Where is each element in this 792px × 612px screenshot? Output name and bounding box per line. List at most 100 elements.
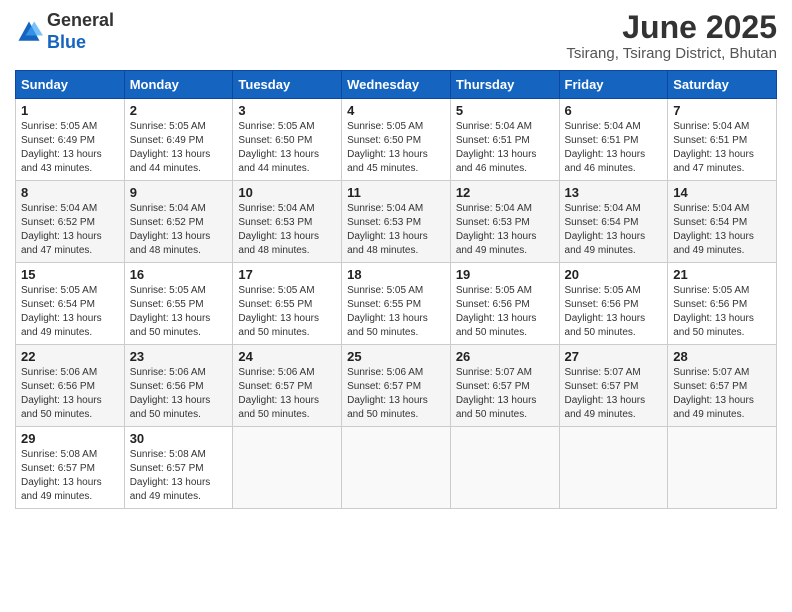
day-number: 21 <box>673 267 771 282</box>
calendar-day-cell: 25 Sunrise: 5:06 AMSunset: 6:57 PMDaylig… <box>342 345 451 427</box>
calendar-day-cell: 7 Sunrise: 5:04 AMSunset: 6:51 PMDayligh… <box>668 99 777 181</box>
location-title: Tsirang, Tsirang District, Bhutan <box>566 45 777 62</box>
calendar-day-cell <box>233 427 342 509</box>
day-number: 5 <box>456 103 554 118</box>
calendar-day-cell: 3 Sunrise: 5:05 AMSunset: 6:50 PMDayligh… <box>233 99 342 181</box>
calendar-day-cell <box>342 427 451 509</box>
title-area: June 2025 Tsirang, Tsirang District, Bhu… <box>566 10 777 62</box>
day-detail: Sunrise: 5:06 AMSunset: 6:57 PMDaylight:… <box>347 366 445 422</box>
day-number: 30 <box>130 431 228 446</box>
weekday-header: Monday <box>124 71 233 99</box>
calendar-day-cell: 2 Sunrise: 5:05 AMSunset: 6:49 PMDayligh… <box>124 99 233 181</box>
day-detail: Sunrise: 5:05 AMSunset: 6:49 PMDaylight:… <box>21 120 119 176</box>
day-number: 25 <box>347 349 445 364</box>
day-number: 24 <box>238 349 336 364</box>
calendar-day-cell: 22 Sunrise: 5:06 AMSunset: 6:56 PMDaylig… <box>16 345 125 427</box>
day-detail: Sunrise: 5:06 AMSunset: 6:56 PMDaylight:… <box>130 366 228 422</box>
calendar-week-row: 8 Sunrise: 5:04 AMSunset: 6:52 PMDayligh… <box>16 181 777 263</box>
day-number: 16 <box>130 267 228 282</box>
calendar-week-row: 22 Sunrise: 5:06 AMSunset: 6:56 PMDaylig… <box>16 345 777 427</box>
calendar-day-cell: 30 Sunrise: 5:08 AMSunset: 6:57 PMDaylig… <box>124 427 233 509</box>
day-number: 7 <box>673 103 771 118</box>
calendar-day-cell: 15 Sunrise: 5:05 AMSunset: 6:54 PMDaylig… <box>16 263 125 345</box>
weekday-header: Tuesday <box>233 71 342 99</box>
day-detail: Sunrise: 5:04 AMSunset: 6:51 PMDaylight:… <box>456 120 554 176</box>
day-detail: Sunrise: 5:04 AMSunset: 6:54 PMDaylight:… <box>673 202 771 258</box>
day-number: 22 <box>21 349 119 364</box>
month-title: June 2025 <box>566 10 777 45</box>
weekday-header: Saturday <box>668 71 777 99</box>
day-number: 17 <box>238 267 336 282</box>
day-number: 2 <box>130 103 228 118</box>
day-number: 9 <box>130 185 228 200</box>
day-number: 6 <box>565 103 663 118</box>
logo-text: General Blue <box>47 10 114 53</box>
day-number: 20 <box>565 267 663 282</box>
day-number: 4 <box>347 103 445 118</box>
calendar-day-cell: 20 Sunrise: 5:05 AMSunset: 6:56 PMDaylig… <box>559 263 668 345</box>
weekday-header: Thursday <box>450 71 559 99</box>
day-detail: Sunrise: 5:05 AMSunset: 6:50 PMDaylight:… <box>347 120 445 176</box>
day-detail: Sunrise: 5:04 AMSunset: 6:51 PMDaylight:… <box>673 120 771 176</box>
day-detail: Sunrise: 5:04 AMSunset: 6:52 PMDaylight:… <box>21 202 119 258</box>
calendar-day-cell: 12 Sunrise: 5:04 AMSunset: 6:53 PMDaylig… <box>450 181 559 263</box>
day-detail: Sunrise: 5:05 AMSunset: 6:55 PMDaylight:… <box>347 284 445 340</box>
day-number: 18 <box>347 267 445 282</box>
day-detail: Sunrise: 5:04 AMSunset: 6:53 PMDaylight:… <box>456 202 554 258</box>
day-detail: Sunrise: 5:04 AMSunset: 6:54 PMDaylight:… <box>565 202 663 258</box>
calendar-day-cell: 17 Sunrise: 5:05 AMSunset: 6:55 PMDaylig… <box>233 263 342 345</box>
calendar-day-cell: 19 Sunrise: 5:05 AMSunset: 6:56 PMDaylig… <box>450 263 559 345</box>
day-number: 10 <box>238 185 336 200</box>
calendar-day-cell: 27 Sunrise: 5:07 AMSunset: 6:57 PMDaylig… <box>559 345 668 427</box>
calendar-day-cell <box>559 427 668 509</box>
calendar-day-cell: 21 Sunrise: 5:05 AMSunset: 6:56 PMDaylig… <box>668 263 777 345</box>
calendar-table: SundayMondayTuesdayWednesdayThursdayFrid… <box>15 70 777 509</box>
day-number: 12 <box>456 185 554 200</box>
day-detail: Sunrise: 5:06 AMSunset: 6:57 PMDaylight:… <box>238 366 336 422</box>
calendar-day-cell: 1 Sunrise: 5:05 AMSunset: 6:49 PMDayligh… <box>16 99 125 181</box>
day-detail: Sunrise: 5:04 AMSunset: 6:52 PMDaylight:… <box>130 202 228 258</box>
day-detail: Sunrise: 5:05 AMSunset: 6:55 PMDaylight:… <box>130 284 228 340</box>
day-number: 8 <box>21 185 119 200</box>
day-number: 29 <box>21 431 119 446</box>
logo: General Blue <box>15 10 114 53</box>
calendar-day-cell: 18 Sunrise: 5:05 AMSunset: 6:55 PMDaylig… <box>342 263 451 345</box>
day-detail: Sunrise: 5:05 AMSunset: 6:55 PMDaylight:… <box>238 284 336 340</box>
day-detail: Sunrise: 5:05 AMSunset: 6:56 PMDaylight:… <box>673 284 771 340</box>
calendar-day-cell: 10 Sunrise: 5:04 AMSunset: 6:53 PMDaylig… <box>233 181 342 263</box>
calendar-week-row: 29 Sunrise: 5:08 AMSunset: 6:57 PMDaylig… <box>16 427 777 509</box>
day-detail: Sunrise: 5:08 AMSunset: 6:57 PMDaylight:… <box>130 448 228 504</box>
day-number: 11 <box>347 185 445 200</box>
weekday-header: Wednesday <box>342 71 451 99</box>
calendar-day-cell: 4 Sunrise: 5:05 AMSunset: 6:50 PMDayligh… <box>342 99 451 181</box>
day-number: 14 <box>673 185 771 200</box>
day-detail: Sunrise: 5:04 AMSunset: 6:53 PMDaylight:… <box>347 202 445 258</box>
day-detail: Sunrise: 5:05 AMSunset: 6:49 PMDaylight:… <box>130 120 228 176</box>
day-number: 1 <box>21 103 119 118</box>
day-detail: Sunrise: 5:04 AMSunset: 6:53 PMDaylight:… <box>238 202 336 258</box>
day-number: 26 <box>456 349 554 364</box>
day-detail: Sunrise: 5:05 AMSunset: 6:54 PMDaylight:… <box>21 284 119 340</box>
day-detail: Sunrise: 5:06 AMSunset: 6:56 PMDaylight:… <box>21 366 119 422</box>
calendar-day-cell <box>450 427 559 509</box>
day-number: 19 <box>456 267 554 282</box>
calendar-day-cell: 13 Sunrise: 5:04 AMSunset: 6:54 PMDaylig… <box>559 181 668 263</box>
day-number: 23 <box>130 349 228 364</box>
calendar-day-cell: 23 Sunrise: 5:06 AMSunset: 6:56 PMDaylig… <box>124 345 233 427</box>
calendar-day-cell <box>668 427 777 509</box>
day-number: 15 <box>21 267 119 282</box>
day-detail: Sunrise: 5:05 AMSunset: 6:56 PMDaylight:… <box>456 284 554 340</box>
calendar-day-cell: 28 Sunrise: 5:07 AMSunset: 6:57 PMDaylig… <box>668 345 777 427</box>
day-detail: Sunrise: 5:07 AMSunset: 6:57 PMDaylight:… <box>673 366 771 422</box>
calendar-day-cell: 6 Sunrise: 5:04 AMSunset: 6:51 PMDayligh… <box>559 99 668 181</box>
day-detail: Sunrise: 5:04 AMSunset: 6:51 PMDaylight:… <box>565 120 663 176</box>
calendar-day-cell: 16 Sunrise: 5:05 AMSunset: 6:55 PMDaylig… <box>124 263 233 345</box>
calendar-day-cell: 9 Sunrise: 5:04 AMSunset: 6:52 PMDayligh… <box>124 181 233 263</box>
calendar-day-cell: 5 Sunrise: 5:04 AMSunset: 6:51 PMDayligh… <box>450 99 559 181</box>
day-detail: Sunrise: 5:05 AMSunset: 6:56 PMDaylight:… <box>565 284 663 340</box>
calendar-day-cell: 29 Sunrise: 5:08 AMSunset: 6:57 PMDaylig… <box>16 427 125 509</box>
logo-icon <box>15 18 43 46</box>
day-number: 3 <box>238 103 336 118</box>
day-number: 27 <box>565 349 663 364</box>
calendar-day-cell: 24 Sunrise: 5:06 AMSunset: 6:57 PMDaylig… <box>233 345 342 427</box>
